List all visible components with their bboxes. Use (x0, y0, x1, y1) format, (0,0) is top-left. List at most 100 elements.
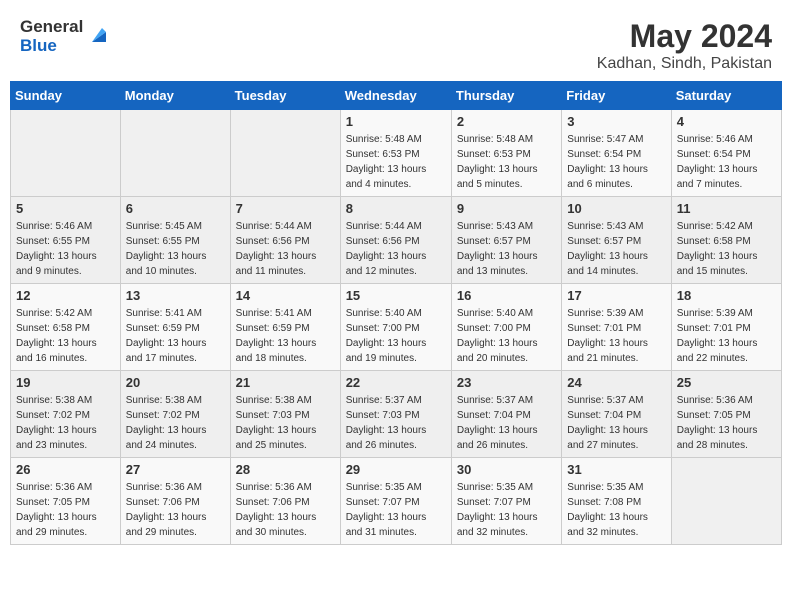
day-info: Sunrise: 5:36 AM Sunset: 7:05 PM Dayligh… (16, 480, 115, 540)
calendar-cell: 2 Sunrise: 5:48 AM Sunset: 6:53 PM Daylig… (451, 110, 561, 197)
calendar-cell (11, 110, 121, 197)
calendar-cell: 18Sunrise: 5:39 AM Sunset: 7:01 PM Dayli… (671, 284, 781, 371)
weekday-header-friday: Friday (562, 82, 671, 110)
calendar-cell: 30Sunrise: 5:35 AM Sunset: 7:07 PM Dayli… (451, 458, 561, 545)
day-number: 17 (567, 288, 665, 303)
day-info: Sunrise: 5:38 AM Sunset: 7:02 PM Dayligh… (16, 393, 115, 453)
weekday-header-monday: Monday (120, 82, 230, 110)
calendar-cell: 24Sunrise: 5:37 AM Sunset: 7:04 PM Dayli… (562, 371, 671, 458)
day-number: 19 (16, 375, 115, 390)
day-number: 30 (457, 462, 556, 477)
calendar-cell (120, 110, 230, 197)
calendar-cell: 25Sunrise: 5:36 AM Sunset: 7:05 PM Dayli… (671, 371, 781, 458)
day-number: 2 (457, 114, 556, 129)
day-info: Sunrise: 5:44 AM Sunset: 6:56 PM Dayligh… (346, 219, 446, 279)
calendar-week-2: 5 Sunrise: 5:46 AM Sunset: 6:55 PM Daylig… (11, 197, 782, 284)
calendar-cell: 3 Sunrise: 5:47 AM Sunset: 6:54 PM Daylig… (562, 110, 671, 197)
day-info: Sunrise: 5:41 AM Sunset: 6:59 PM Dayligh… (126, 306, 225, 366)
calendar-week-5: 26 Sunrise: 5:36 AM Sunset: 7:05 PM Dayli… (11, 458, 782, 545)
calendar-cell: 22 Sunrise: 5:37 AM Sunset: 7:03 PM Dayli… (340, 371, 451, 458)
calendar-cell: 12 Sunrise: 5:42 AM Sunset: 6:58 PM Dayli… (11, 284, 121, 371)
day-number: 10 (567, 201, 665, 216)
day-info: Sunrise: 5:40 AM Sunset: 7:00 PM Dayligh… (346, 306, 446, 366)
day-info: Sunrise: 5:43 AM Sunset: 6:57 PM Dayligh… (567, 219, 665, 279)
logo-blue: Blue (20, 37, 83, 56)
day-info: Sunrise: 5:38 AM Sunset: 7:03 PM Dayligh… (236, 393, 335, 453)
calendar-cell: 11 Sunrise: 5:42 AM Sunset: 6:58 PM Dayli… (671, 197, 781, 284)
calendar-cell: 23Sunrise: 5:37 AM Sunset: 7:04 PM Dayli… (451, 371, 561, 458)
day-number: 16 (457, 288, 556, 303)
calendar-cell: 13 Sunrise: 5:41 AM Sunset: 6:59 PM Dayli… (120, 284, 230, 371)
day-info: Sunrise: 5:36 AM Sunset: 7:06 PM Dayligh… (236, 480, 335, 540)
day-number: 29 (346, 462, 446, 477)
day-number: 11 (677, 201, 776, 216)
day-number: 13 (126, 288, 225, 303)
day-info: Sunrise: 5:41 AM Sunset: 6:59 PM Dayligh… (236, 306, 335, 366)
day-number: 3 (567, 114, 665, 129)
calendar-week-1: 1 Sunrise: 5:48 AM Sunset: 6:53 PM Daylig… (11, 110, 782, 197)
calendar-cell: 16 Sunrise: 5:40 AM Sunset: 7:00 PM Dayli… (451, 284, 561, 371)
day-info: Sunrise: 5:35 AM Sunset: 7:08 PM Dayligh… (567, 480, 665, 540)
calendar-week-4: 19 Sunrise: 5:38 AM Sunset: 7:02 PM Dayli… (11, 371, 782, 458)
logo: General Blue (20, 18, 110, 55)
day-number: 12 (16, 288, 115, 303)
day-info: Sunrise: 5:45 AM Sunset: 6:55 PM Dayligh… (126, 219, 225, 279)
day-info: Sunrise: 5:46 AM Sunset: 6:55 PM Dayligh… (16, 219, 115, 279)
day-number: 28 (236, 462, 335, 477)
calendar-cell: 28 Sunrise: 5:36 AM Sunset: 7:06 PM Dayli… (230, 458, 340, 545)
day-number: 7 (236, 201, 335, 216)
calendar-cell: 5 Sunrise: 5:46 AM Sunset: 6:55 PM Daylig… (11, 197, 121, 284)
logo-icon (88, 24, 110, 46)
day-info: Sunrise: 5:35 AM Sunset: 7:07 PM Dayligh… (346, 480, 446, 540)
day-info: Sunrise: 5:48 AM Sunset: 6:53 PM Dayligh… (346, 132, 446, 192)
day-info: Sunrise: 5:40 AM Sunset: 7:00 PM Dayligh… (457, 306, 556, 366)
day-number: 27 (126, 462, 225, 477)
day-info: Sunrise: 5:38 AM Sunset: 7:02 PM Dayligh… (126, 393, 225, 453)
day-number: 18 (677, 288, 776, 303)
calendar-cell: 19 Sunrise: 5:38 AM Sunset: 7:02 PM Dayli… (11, 371, 121, 458)
calendar-cell: 26 Sunrise: 5:36 AM Sunset: 7:05 PM Dayli… (11, 458, 121, 545)
calendar-table: SundayMondayTuesdayWednesdayThursdayFrid… (10, 81, 782, 545)
calendar-cell: 7 Sunrise: 5:44 AM Sunset: 6:56 PM Daylig… (230, 197, 340, 284)
day-number: 20 (126, 375, 225, 390)
calendar-cell: 20 Sunrise: 5:38 AM Sunset: 7:02 PM Dayli… (120, 371, 230, 458)
calendar-cell: 6Sunrise: 5:45 AM Sunset: 6:55 PM Daylig… (120, 197, 230, 284)
weekday-header-saturday: Saturday (671, 82, 781, 110)
calendar-cell: 9 Sunrise: 5:43 AM Sunset: 6:57 PM Daylig… (451, 197, 561, 284)
calendar-header-row: SundayMondayTuesdayWednesdayThursdayFrid… (11, 82, 782, 110)
day-info: Sunrise: 5:36 AM Sunset: 7:05 PM Dayligh… (677, 393, 776, 453)
day-info: Sunrise: 5:42 AM Sunset: 6:58 PM Dayligh… (16, 306, 115, 366)
day-info: Sunrise: 5:47 AM Sunset: 6:54 PM Dayligh… (567, 132, 665, 192)
day-number: 5 (16, 201, 115, 216)
day-number: 26 (16, 462, 115, 477)
page-header: General Blue May 2024 Kadhan, Sindh, Pak… (10, 10, 782, 77)
day-info: Sunrise: 5:42 AM Sunset: 6:58 PM Dayligh… (677, 219, 776, 279)
calendar-week-3: 12 Sunrise: 5:42 AM Sunset: 6:58 PM Dayli… (11, 284, 782, 371)
day-number: 15 (346, 288, 446, 303)
day-info: Sunrise: 5:37 AM Sunset: 7:04 PM Dayligh… (457, 393, 556, 453)
weekday-header-thursday: Thursday (451, 82, 561, 110)
calendar-cell (671, 458, 781, 545)
weekday-header-tuesday: Tuesday (230, 82, 340, 110)
day-info: Sunrise: 5:37 AM Sunset: 7:04 PM Dayligh… (567, 393, 665, 453)
calendar-cell: 4 Sunrise: 5:46 AM Sunset: 6:54 PM Daylig… (671, 110, 781, 197)
weekday-header-wednesday: Wednesday (340, 82, 451, 110)
calendar-location: Kadhan, Sindh, Pakistan (597, 55, 772, 73)
day-info: Sunrise: 5:48 AM Sunset: 6:53 PM Dayligh… (457, 132, 556, 192)
calendar-cell: 1 Sunrise: 5:48 AM Sunset: 6:53 PM Daylig… (340, 110, 451, 197)
day-info: Sunrise: 5:43 AM Sunset: 6:57 PM Dayligh… (457, 219, 556, 279)
day-number: 4 (677, 114, 776, 129)
day-info: Sunrise: 5:37 AM Sunset: 7:03 PM Dayligh… (346, 393, 446, 453)
calendar-cell (230, 110, 340, 197)
day-number: 22 (346, 375, 446, 390)
day-number: 1 (346, 114, 446, 129)
day-info: Sunrise: 5:46 AM Sunset: 6:54 PM Dayligh… (677, 132, 776, 192)
calendar-cell: 29 Sunrise: 5:35 AM Sunset: 7:07 PM Dayli… (340, 458, 451, 545)
calendar-cell: 21Sunrise: 5:38 AM Sunset: 7:03 PM Dayli… (230, 371, 340, 458)
calendar-cell: 27Sunrise: 5:36 AM Sunset: 7:06 PM Dayli… (120, 458, 230, 545)
day-info: Sunrise: 5:44 AM Sunset: 6:56 PM Dayligh… (236, 219, 335, 279)
calendar-cell: 10 Sunrise: 5:43 AM Sunset: 6:57 PM Dayli… (562, 197, 671, 284)
day-number: 9 (457, 201, 556, 216)
calendar-cell: 31 Sunrise: 5:35 AM Sunset: 7:08 PM Dayli… (562, 458, 671, 545)
day-number: 31 (567, 462, 665, 477)
